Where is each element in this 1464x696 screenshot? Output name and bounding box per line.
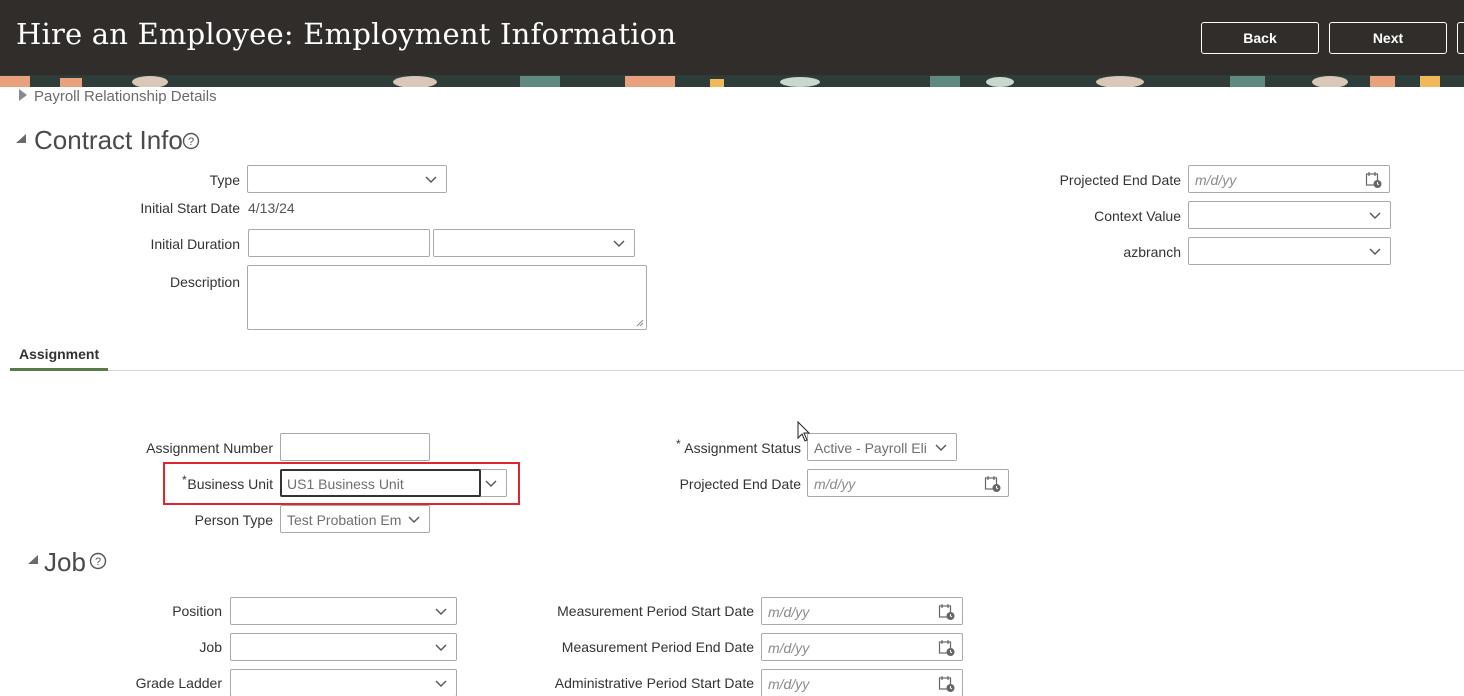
contract-info-heading: Contract Info — [34, 125, 183, 155]
next-button[interactable]: Next — [1329, 22, 1447, 54]
grade-ladder-select[interactable] — [230, 669, 457, 696]
assignment-status-select[interactable]: Active - Payroll Eli — [807, 433, 957, 461]
svg-text:?: ? — [188, 136, 194, 148]
contract-projected-end-date-input[interactable]: m/d/yy — [1188, 165, 1390, 193]
tab-assignment-label: Assignment — [19, 346, 100, 362]
calendar-icon[interactable] — [938, 639, 956, 657]
chevron-down-icon[interactable] — [485, 478, 497, 488]
payroll-relationship-link[interactable]: Payroll Relationship Details — [34, 88, 217, 105]
context-value-select[interactable] — [1188, 201, 1391, 229]
context-value-label: Context Value — [1094, 208, 1181, 224]
required-indicator: * — [182, 473, 187, 487]
chevron-down-icon — [613, 240, 625, 247]
svg-text:?: ? — [95, 556, 101, 568]
job-label: Job — [199, 639, 222, 655]
measurement-period-start-date-label: Measurement Period Start Date — [557, 603, 754, 619]
help-circle-icon[interactable]: ? — [89, 552, 107, 570]
chevron-down-icon — [435, 608, 447, 615]
chevron-down-icon — [1369, 212, 1381, 219]
assignment-number-input[interactable] — [280, 433, 430, 461]
page-header: Hire an Employee: Employment Information… — [0, 0, 1464, 75]
chevron-down-icon — [425, 176, 437, 183]
measurement-period-end-date-label: Measurement Period End Date — [561, 639, 754, 655]
initial-duration-unit-select[interactable] — [433, 229, 635, 257]
assignment-status-label: Assignment Status — [684, 440, 801, 456]
resize-handle-icon[interactable] — [636, 319, 644, 327]
business-unit-label: Business Unit — [187, 476, 273, 492]
page-title: Hire an Employee: Employment Information — [16, 17, 677, 51]
chevron-down-icon — [435, 680, 447, 687]
tab-divider — [10, 370, 1464, 371]
decorative-banner — [0, 75, 1464, 87]
type-label: Type — [209, 172, 240, 188]
position-select[interactable] — [230, 597, 457, 625]
administrative-period-start-date-label: Administrative Period Start Date — [554, 675, 754, 691]
chevron-down-icon — [1369, 248, 1381, 255]
measurement-period-start-date-input[interactable]: m/d/yy — [761, 597, 963, 625]
back-button[interactable]: Back — [1201, 22, 1319, 54]
person-type-select[interactable]: Test Probation Em — [280, 505, 430, 533]
chevron-down-icon — [935, 444, 947, 451]
initial-start-date-value: 4/13/24 — [248, 200, 295, 216]
grade-ladder-label: Grade Ladder — [135, 675, 222, 691]
azbranch-select[interactable] — [1188, 237, 1391, 265]
chevron-down-icon — [408, 516, 420, 523]
collapse-triangle-icon[interactable] — [15, 134, 27, 144]
initial-duration-input[interactable] — [248, 229, 430, 257]
expand-triangle-icon[interactable] — [18, 88, 28, 102]
collapse-triangle-icon[interactable] — [27, 555, 39, 565]
azbranch-label: azbranch — [1123, 244, 1181, 260]
job-select[interactable] — [230, 633, 457, 661]
job-heading: Job — [44, 547, 86, 577]
type-select[interactable] — [247, 165, 447, 193]
administrative-period-start-date-input[interactable]: m/d/yy — [761, 669, 963, 696]
chevron-down-icon — [435, 644, 447, 651]
assignment-number-label: Assignment Number — [146, 440, 273, 456]
required-indicator: * — [676, 437, 681, 451]
business-unit-select[interactable]: US1 Business Unit — [280, 469, 507, 497]
person-type-label: Person Type — [194, 512, 273, 528]
tab-assignment[interactable]: Assignment — [10, 343, 108, 371]
initial-start-date-label: Initial Start Date — [140, 200, 240, 216]
contract-projected-end-date-label: Projected End Date — [1059, 172, 1181, 188]
initial-duration-label: Initial Duration — [150, 236, 241, 252]
calendar-icon[interactable] — [1365, 171, 1383, 189]
assignment-projected-end-date-label: Projected End Date — [679, 476, 801, 492]
banner-pattern — [0, 76, 1464, 87]
more-button[interactable] — [1457, 22, 1464, 54]
measurement-period-end-date-input[interactable]: m/d/yy — [761, 633, 963, 661]
calendar-icon[interactable] — [938, 675, 956, 693]
description-textarea[interactable] — [247, 265, 647, 330]
mouse-cursor-icon — [797, 421, 811, 442]
description-label: Description — [169, 274, 240, 290]
business-unit-input[interactable]: US1 Business Unit — [280, 469, 481, 497]
calendar-icon[interactable] — [938, 603, 956, 621]
position-label: Position — [172, 603, 222, 619]
calendar-icon[interactable] — [984, 475, 1002, 493]
assignment-projected-end-date-input[interactable]: m/d/yy — [807, 469, 1009, 497]
help-circle-icon[interactable]: ? — [182, 132, 200, 150]
